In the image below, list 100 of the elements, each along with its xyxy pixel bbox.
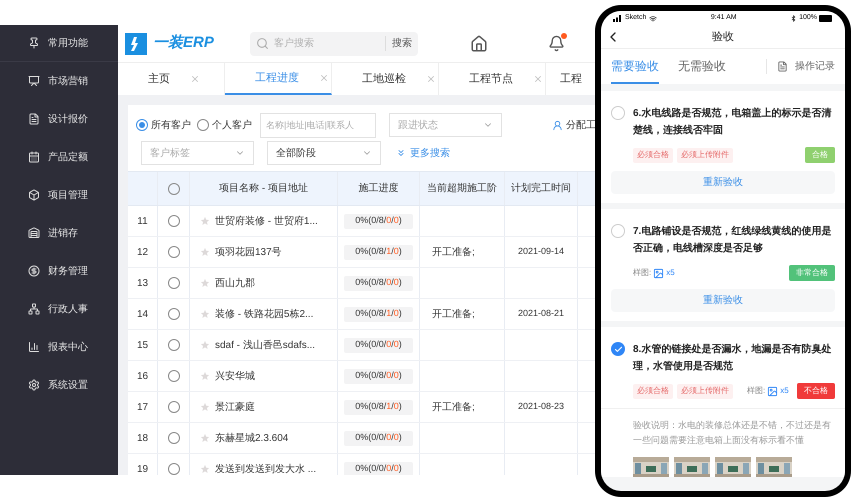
star-icon[interactable] [200, 216, 210, 226]
progress-value: 0%(0/0/0/0) [344, 338, 413, 352]
keyword-field[interactable]: 名称|地址|电话|联系人 [260, 112, 376, 138]
tab[interactable]: 工地巡检 [332, 63, 439, 95]
project-name[interactable]: 兴安华城 [215, 368, 255, 384]
bluetooth-icon [790, 15, 798, 22]
project-name[interactable]: 东赫星城2.3.604 [215, 430, 288, 446]
stage-text: 开工准备; [432, 400, 475, 414]
project-name[interactable]: 装修 - 铁路花园5栋2... [215, 306, 314, 322]
checkbox[interactable] [611, 342, 625, 356]
radio-button[interactable] [168, 339, 180, 351]
progress-value: 0%(0/8/0/0) [344, 368, 413, 384]
question-text: 6.水电线路是否规范，电箱盖上的标示是否清楚线，连接线否牢固 [633, 106, 832, 138]
star-icon[interactable] [200, 247, 210, 257]
close-icon[interactable] [190, 74, 200, 84]
sidebar-item[interactable]: 市场营销 [48, 74, 88, 88]
star-icon[interactable] [200, 402, 210, 412]
project-name[interactable]: sdaf - 浅山香邑sdafs... [215, 338, 316, 352]
sidebar-item[interactable]: 报表中心 [48, 340, 88, 354]
sidebar-item[interactable]: 产品定额 [48, 150, 88, 164]
row-number: 19 [136, 462, 148, 475]
menu-icon [28, 341, 40, 353]
user-icon [552, 120, 563, 130]
radio-button[interactable] [168, 246, 180, 258]
star-icon[interactable] [200, 340, 210, 350]
menu-icon [28, 75, 40, 87]
close-icon[interactable] [426, 74, 436, 84]
radio-button[interactable] [168, 182, 180, 194]
progress-value: 0%(0/0/0/0) [344, 430, 413, 446]
sample-count: x5 [666, 267, 675, 279]
screen-title: 验收 [712, 30, 734, 45]
star-icon[interactable] [200, 433, 210, 443]
search-icon [256, 37, 269, 50]
tab[interactable]: 工程节点 [439, 63, 546, 95]
star-icon[interactable] [200, 278, 210, 288]
radio-label: 个人客户 [212, 118, 252, 132]
home-icon[interactable] [470, 34, 488, 52]
close-icon[interactable] [533, 74, 543, 84]
sample-count: x5 [780, 385, 789, 397]
radio-button[interactable] [136, 119, 148, 131]
radio-button[interactable] [168, 308, 180, 320]
radio-label: 所有客户 [151, 118, 191, 132]
menu-icon [28, 379, 40, 391]
requirement-tag: 必须合格 [633, 384, 673, 398]
radio-button[interactable] [168, 370, 180, 382]
progress-value: 0%(0/8/1/0) [344, 306, 413, 322]
image-icon[interactable] [653, 268, 664, 278]
sample-label: 样图: [633, 267, 652, 279]
wifi-icon [649, 14, 658, 22]
radio-button[interactable] [168, 432, 180, 444]
sidebar-item[interactable]: 设计报价 [48, 112, 88, 126]
date-text: 2021-08-21 [518, 307, 564, 320]
radio-button[interactable] [168, 401, 180, 413]
signal-icon [613, 15, 622, 22]
sidebar-item[interactable]: 行政人事 [48, 302, 88, 316]
column-header: 当前超期施工阶 [427, 182, 497, 196]
project-name[interactable]: 西山九郡 [215, 276, 255, 290]
column-header: 计划完工时间 [511, 182, 571, 196]
chevrons-icon [396, 148, 406, 158]
menu-icon [28, 151, 40, 163]
radio-button[interactable] [168, 215, 180, 227]
project-name[interactable]: 世贸府装修 - 世贸府1... [215, 214, 318, 228]
menu-icon [28, 37, 40, 49]
project-name[interactable]: 景江豪庭 [215, 400, 255, 414]
requirement-tag: 必须上传附件 [677, 148, 733, 162]
note-text: 验收说明：水电的装修总体还是不错，不过还是有一些问题需要注意电箱上面没有标示看不懂 [632, 419, 832, 447]
project-name[interactable]: 发送到发送到发大水 ... [215, 462, 316, 475]
star-icon[interactable] [200, 309, 210, 319]
stage-text: 开工准备; [432, 246, 475, 260]
project-name[interactable]: 项羽花园137号 [215, 244, 282, 260]
sidebar-item[interactable]: 系统设置 [48, 378, 88, 392]
operation-log-link[interactable]: 操作记录 [795, 59, 835, 74]
tab[interactable]: 主页 [118, 63, 225, 95]
progress-value: 0%(0/8/1/0) [344, 244, 413, 260]
assign-link[interactable]: 分配工 [566, 118, 596, 132]
checkbox[interactable] [611, 106, 625, 120]
sidebar-item[interactable]: 常用功能 [48, 36, 88, 50]
sidebar-item[interactable]: 进销存 [48, 226, 78, 240]
menu-icon [28, 113, 40, 125]
tab[interactable]: 无需验收 [678, 49, 726, 84]
checkbox[interactable] [611, 224, 625, 238]
sidebar-item[interactable]: 财务管理 [48, 264, 88, 278]
dropdown[interactable]: 全部阶段 [267, 141, 381, 165]
close-icon[interactable] [319, 73, 329, 83]
logo-icon [125, 32, 147, 54]
search-button[interactable]: 搜索 [385, 36, 412, 51]
bell-icon[interactable] [548, 35, 565, 52]
star-icon[interactable] [200, 464, 210, 474]
row-number: 12 [136, 246, 148, 260]
radio-button[interactable] [168, 463, 180, 475]
radio-button[interactable] [197, 119, 209, 131]
progress-value: 0%(0/8/0/0) [344, 276, 413, 290]
progress-value: 0%(0/8/1/0) [344, 400, 413, 414]
sidebar-item[interactable]: 项目管理 [48, 188, 88, 202]
radio-button[interactable] [168, 277, 180, 289]
search-field[interactable]: 客户搜索 搜索 [250, 32, 418, 56]
menu-icon [28, 303, 40, 315]
result-badge[interactable]: 不合格 [797, 383, 835, 399]
image-icon[interactable] [767, 386, 778, 396]
star-icon[interactable] [200, 371, 210, 381]
